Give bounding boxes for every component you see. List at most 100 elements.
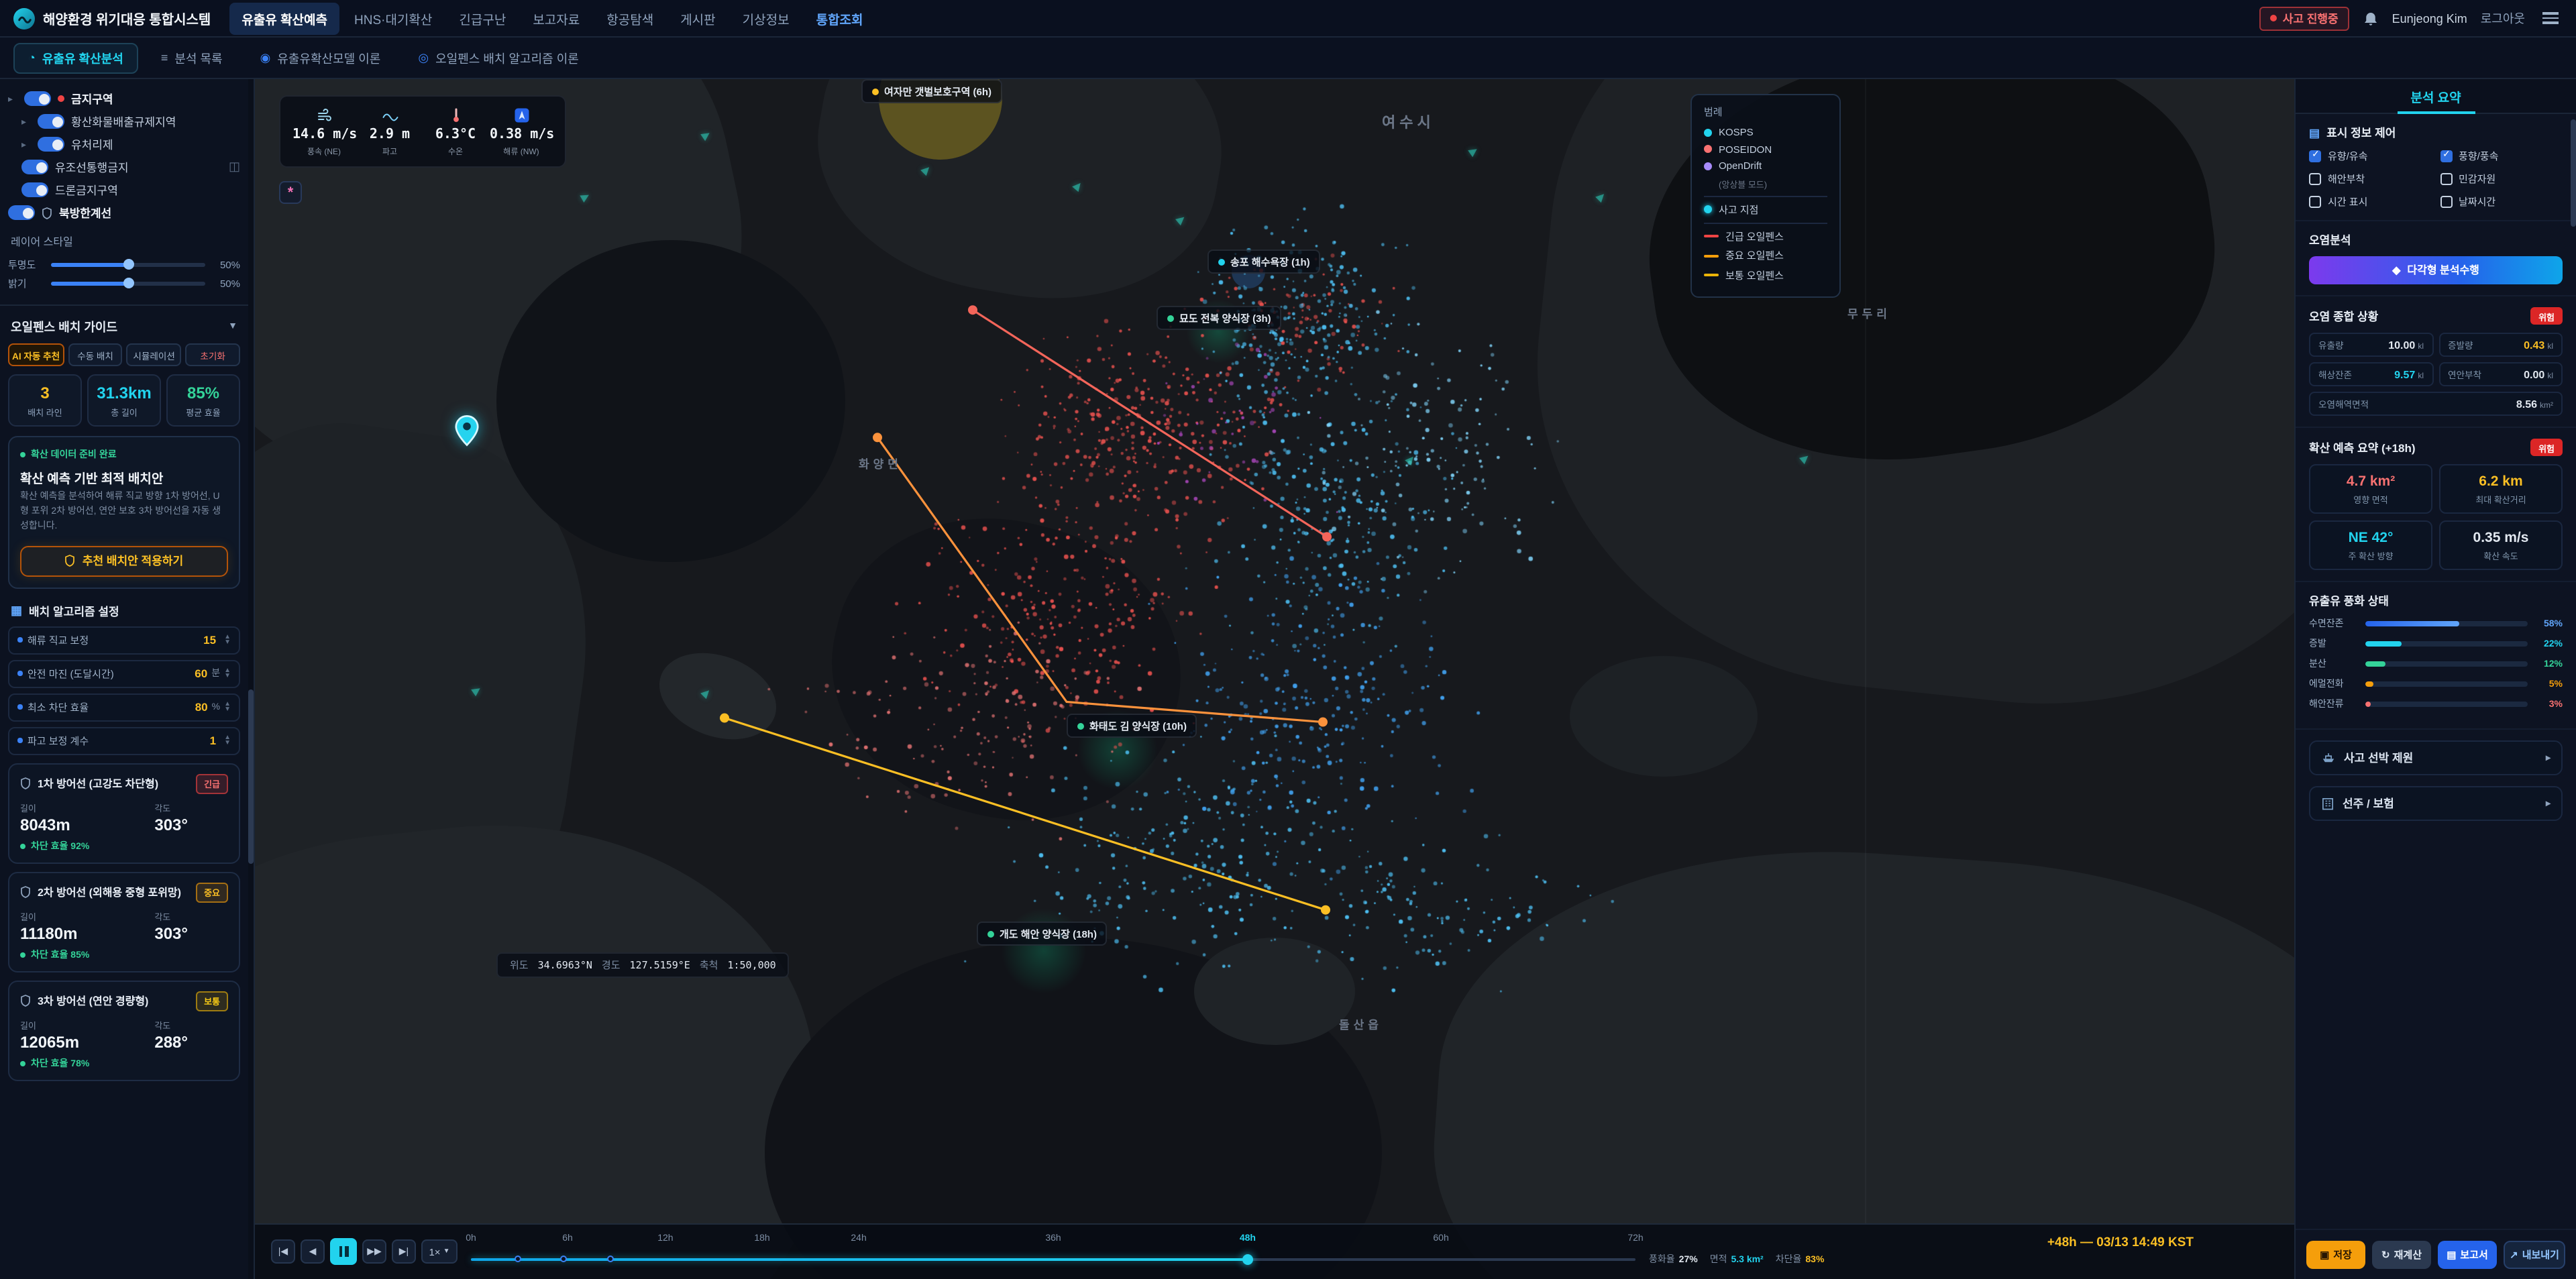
reset-button[interactable]: 초기화: [185, 343, 240, 366]
pause-button[interactable]: [330, 1238, 357, 1265]
wind-column: 14.6 m/s풍속 (NE): [292, 106, 356, 157]
layer-toggle[interactable]: [38, 137, 64, 152]
setting-value[interactable]: 1: [210, 734, 216, 747]
setting-value[interactable]: 15: [203, 633, 216, 647]
layer-toggle[interactable]: [38, 114, 64, 129]
checkbox-sensitive-resources[interactable]: 민감자원: [2440, 172, 2563, 186]
tab-analysis-list[interactable]: ≡분석 목록: [146, 42, 237, 73]
map-tool-button[interactable]: *: [279, 181, 302, 204]
owner-insurance-section[interactable]: 선주 / 보험▸: [2309, 786, 2563, 821]
tab-boom-algorithm-theory[interactable]: ◎오일펜스 배치 알고리즘 이론: [403, 42, 593, 73]
sidebar-scrollbar-thumb[interactable]: [248, 689, 254, 864]
map-coordinates-chip: 위도34.6963°N 경도127.5159°E 축척1:50,000: [496, 952, 790, 978]
checkbox-time-display[interactable]: 시간 표시: [2309, 194, 2432, 209]
checkbox-wind[interactable]: 풍향/풍속: [2440, 149, 2563, 164]
fast-forward-button[interactable]: ▶▶: [362, 1239, 386, 1264]
step-back-button[interactable]: ◀: [301, 1239, 325, 1264]
nav-item-integrated-search[interactable]: 통합조회: [804, 2, 875, 34]
checkbox-icon[interactable]: [2440, 173, 2452, 185]
incident-pin-icon[interactable]: [455, 414, 479, 453]
nav-item-weather-info[interactable]: 기상정보: [731, 2, 802, 34]
layer-toggle[interactable]: [21, 182, 48, 197]
timeline-handle[interactable]: [1242, 1254, 1253, 1265]
nav-item-spill-forecast[interactable]: 유출유 확산예측: [229, 2, 339, 34]
apply-recommendation-button[interactable]: 추천 배치안 적용하기: [20, 545, 228, 576]
event-marker-icon[interactable]: [514, 1256, 521, 1262]
export-button[interactable]: ↗내보내기: [2504, 1240, 2565, 1268]
panel-scrollbar-thumb[interactable]: [2571, 119, 2576, 227]
simulation-button[interactable]: 시뮬레이션: [127, 343, 182, 366]
defense-line-card-3[interactable]: 3차 방어선 (연안 경량형)보통 길이12065m각도288° 차단 효율 7…: [8, 980, 240, 1080]
sensitive-site-chip[interactable]: 송포 해수욕장 (1h): [1208, 249, 1321, 274]
checkbox-icon[interactable]: [2309, 150, 2321, 162]
stepper-arrows-icon[interactable]: ▲▼: [224, 667, 231, 679]
sensitive-site-chip[interactable]: 묘도 전복 양식장 (3h): [1157, 306, 1282, 330]
nav-item-reports[interactable]: 보고자료: [521, 2, 592, 34]
boom-guide-header[interactable]: 오일펜스 배치 가이드 ▼: [11, 318, 237, 335]
chevron-right-icon[interactable]: ▸: [8, 93, 17, 104]
layer-toggle[interactable]: [8, 205, 35, 220]
event-marker-icon[interactable]: [607, 1256, 614, 1262]
tab-diffusion-model-theory[interactable]: ◉유출유확산모델 이론: [246, 42, 396, 73]
incident-status-badge[interactable]: 사고 진행중: [2260, 6, 2349, 30]
layer-toggle[interactable]: [24, 91, 51, 106]
defense-line-card-1[interactable]: 1차 방어선 (고강도 차단형)긴급 길이8043m각도303° 차단 효율 9…: [8, 763, 240, 863]
layer-label: 드론금지구역: [55, 182, 118, 198]
nav-item-aerial-search[interactable]: 항공탐색: [594, 2, 665, 34]
notifications-bell-icon[interactable]: [2363, 10, 2379, 26]
tab-analysis-summary[interactable]: 분석 요약: [2296, 79, 2576, 114]
checkbox-icon[interactable]: [2309, 196, 2321, 208]
nav-item-hns[interactable]: HNS·대기확산: [342, 2, 444, 34]
legend-fence-row: 보통 오일펜스: [1704, 268, 1827, 282]
sensitive-site-chip[interactable]: 화태도 김 양식장 (10h): [1067, 714, 1197, 738]
polygon-analysis-button[interactable]: ◆다각형 분석수행: [2309, 256, 2563, 284]
checkbox-icon[interactable]: [2309, 173, 2321, 185]
report-button[interactable]: ▤보고서: [2438, 1240, 2497, 1268]
brightness-slider[interactable]: [51, 281, 205, 285]
stepper-arrows-icon[interactable]: ▲▼: [224, 701, 231, 713]
list-icon: ≡: [161, 51, 168, 64]
manual-place-button[interactable]: 수동 배치: [68, 343, 123, 366]
checkbox-current[interactable]: 유향/유속: [2309, 149, 2432, 164]
apply-label: 추천 배치안 적용하기: [83, 553, 183, 569]
map-canvas[interactable]: ▶▶▶▶▶▶▶▶▶▶▶ 여수시 무두리 화양면 돌산읍 여자만 갯벌보호구역 (…: [255, 79, 2294, 1279]
logout-button[interactable]: 로그아웃: [2481, 9, 2525, 27]
tab-spill-analysis[interactable]: ◔유출유 확산분석: [13, 42, 138, 73]
stepper-arrows-icon[interactable]: ▲▼: [224, 634, 231, 646]
sensitive-site-chip[interactable]: 여자만 갯벌보호구역 (6h): [861, 79, 1002, 103]
save-button[interactable]: ▣저장: [2306, 1240, 2365, 1268]
wave-label: 파고: [358, 145, 421, 157]
latitude-label: 위도: [510, 958, 529, 972]
nav-item-rescue[interactable]: 긴급구난: [447, 2, 518, 34]
nav-item-board[interactable]: 게시판: [668, 2, 727, 34]
event-marker-icon[interactable]: [561, 1256, 568, 1262]
vessel-spec-section[interactable]: 사고 선박 제원▸: [2309, 740, 2563, 775]
ai-recommend-button[interactable]: AI 자동 추천: [8, 343, 64, 366]
chevron-right-icon[interactable]: ▸: [21, 116, 31, 127]
length-value: 11180m: [20, 924, 77, 942]
skip-start-button[interactable]: |◀: [271, 1239, 295, 1264]
recalculate-button[interactable]: ↻재계산: [2372, 1240, 2431, 1268]
setting-value[interactable]: 60: [195, 667, 207, 680]
grid-icon[interactable]: ◫: [229, 160, 240, 174]
speed-selector[interactable]: 1×▼: [421, 1239, 458, 1264]
divider: [1704, 195, 1827, 197]
timeline-slider[interactable]: [471, 1253, 1635, 1266]
stat-value: 3: [9, 384, 80, 402]
sensitive-site-chip[interactable]: 개도 해안 양식장 (18h): [977, 922, 1108, 946]
defense-line-card-2[interactable]: 2차 방어선 (외해용 중형 포위망)중요 길이11180m각도303° 차단 …: [8, 871, 240, 972]
skip-end-button[interactable]: ▶|: [392, 1239, 416, 1264]
opacity-slider[interactable]: [51, 262, 205, 266]
checkbox-datetime[interactable]: 날짜시간: [2440, 194, 2563, 209]
chevron-right-icon[interactable]: ▸: [21, 139, 31, 150]
layer-toggle[interactable]: [21, 160, 48, 174]
setting-value[interactable]: 80: [195, 700, 208, 714]
checkbox-icon[interactable]: [2440, 196, 2452, 208]
sidebar-scrollbar[interactable]: [248, 79, 254, 1279]
stat-label: 풍화율: [1649, 1253, 1675, 1266]
menu-hamburger-icon[interactable]: [2538, 9, 2563, 28]
ship-icon: [2321, 751, 2336, 765]
stepper-arrows-icon[interactable]: ▲▼: [224, 734, 231, 746]
checkbox-icon[interactable]: [2440, 150, 2452, 162]
checkbox-shoreline[interactable]: 해안부착: [2309, 172, 2432, 186]
